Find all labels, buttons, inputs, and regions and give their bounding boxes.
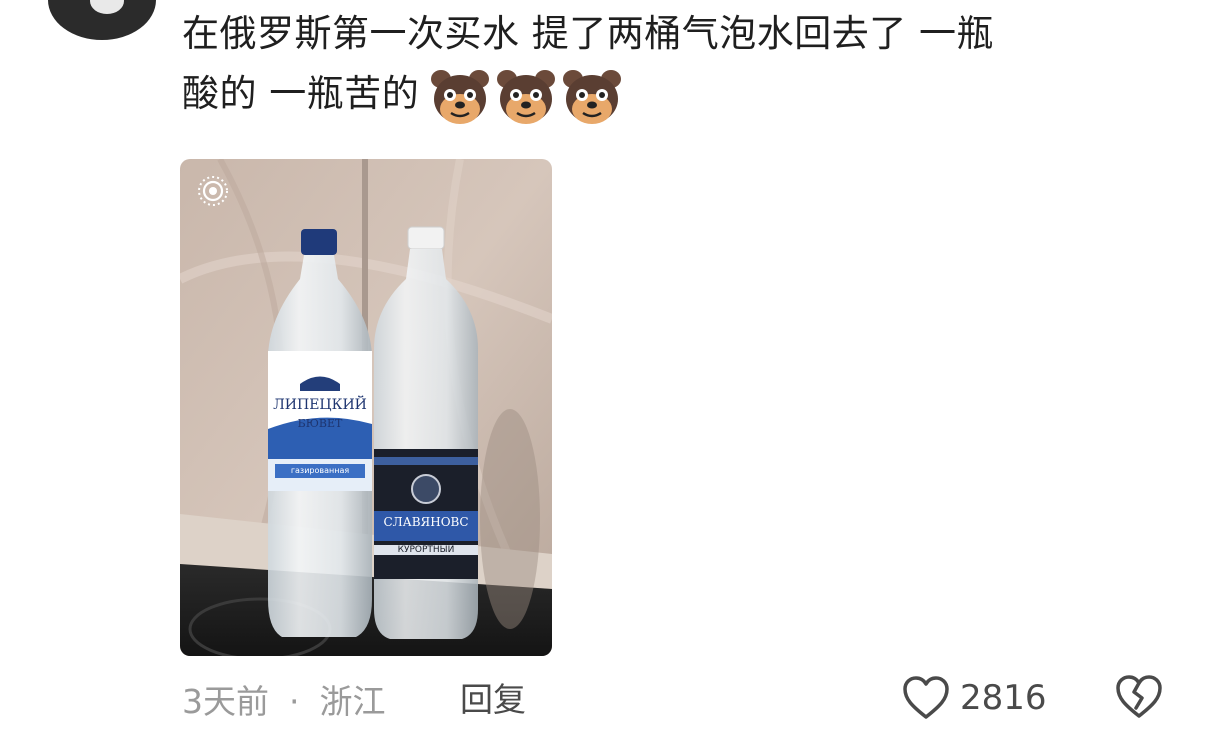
dog-emoji-icon xyxy=(563,69,622,124)
right-bottle-sublabel: КУРОРТНЫЙ xyxy=(397,545,455,555)
left-bottle-band: газированная xyxy=(290,466,350,475)
right-bottle-label: СЛАВЯНОВС xyxy=(383,515,469,529)
comment-meta: 3天前 · 浙江 xyxy=(182,676,386,726)
dog-emoji-icon xyxy=(431,69,490,124)
like-count: 2816 xyxy=(960,678,1047,718)
left-bottle-sublabel: БЮВЕТ xyxy=(297,417,343,430)
comment-text: 在俄罗斯第一次买水 提了两桶气泡水回去了 一瓶 酸的 一瓶苦的 xyxy=(182,4,1182,127)
comment-location: 浙江 xyxy=(319,681,386,721)
emoji-row xyxy=(429,64,627,127)
live-photo-icon[interactable] xyxy=(196,174,230,208)
comment-line-2: 酸的 一瓶苦的 xyxy=(182,64,1182,127)
comment-line-1: 在俄罗斯第一次买水 提了两桶气泡水回去了 一瓶 xyxy=(182,12,995,55)
broken-heart-icon[interactable] xyxy=(1114,674,1164,720)
heart-icon xyxy=(903,676,949,719)
meta-separator: · xyxy=(289,681,300,721)
dog-emoji-icon xyxy=(497,69,556,124)
comment-photo[interactable]: ЛИПЕЦКИЙ БЮВЕТ газированная СЛАВЯНОВС КУ… xyxy=(180,159,552,656)
comment-time: 3天前 xyxy=(182,681,269,721)
comment-line-2-text: 酸的 一瓶苦的 xyxy=(182,72,420,115)
left-bottle-label: ЛИПЕЦКИЙ xyxy=(273,397,367,413)
avatar[interactable] xyxy=(48,0,156,40)
like-button[interactable]: 2816 xyxy=(902,672,1047,724)
reply-button[interactable]: 回复 xyxy=(460,676,526,724)
